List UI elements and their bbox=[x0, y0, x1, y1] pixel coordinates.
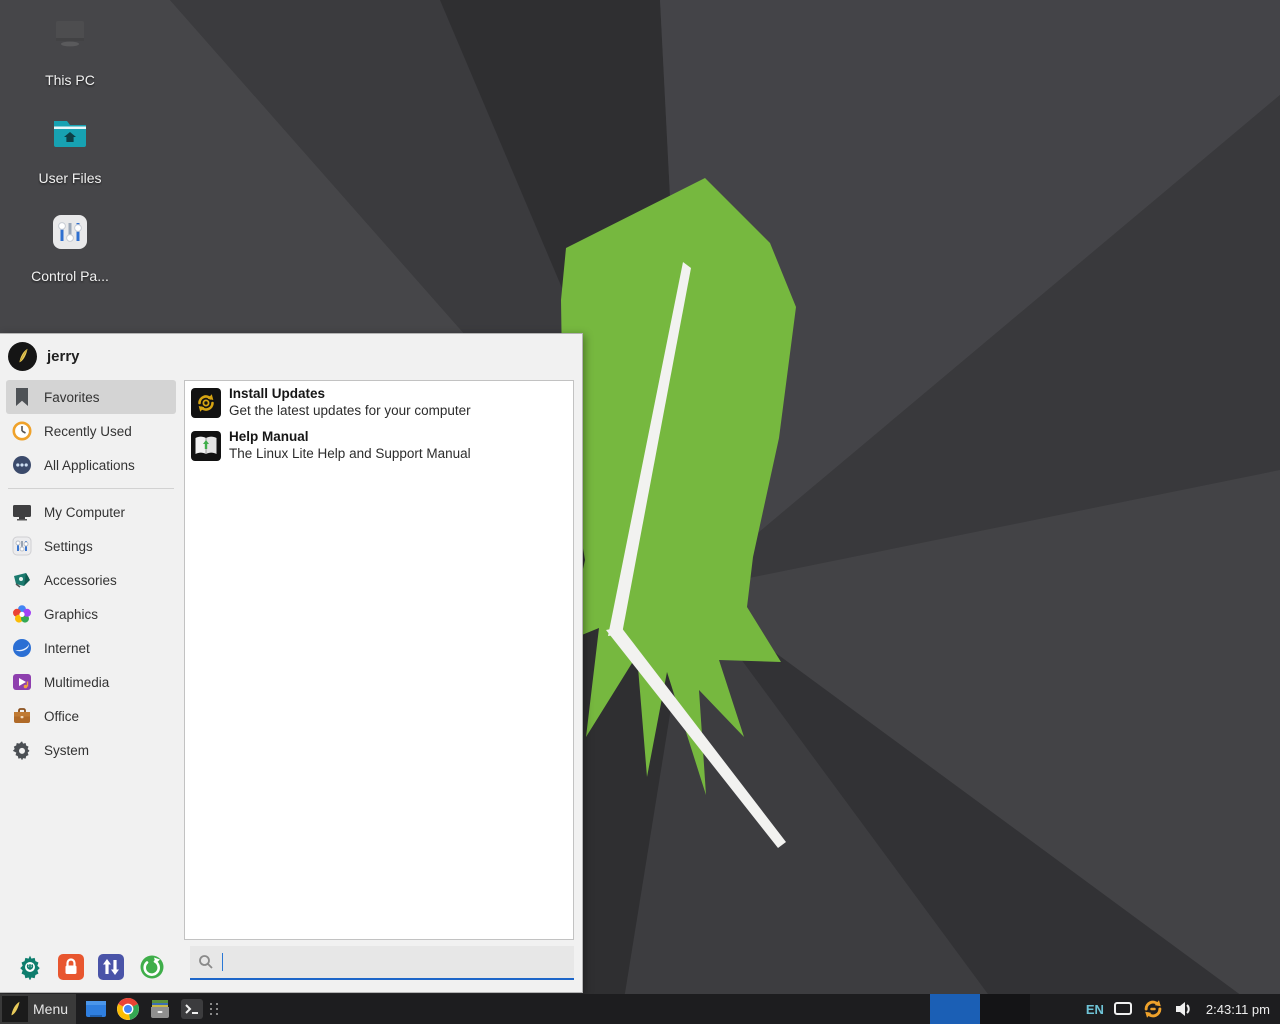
sidebar-separator bbox=[8, 488, 174, 489]
app-item-title: Install Updates bbox=[229, 386, 471, 403]
menu-action-buttons bbox=[0, 953, 182, 981]
menu-header: jerry bbox=[0, 334, 582, 378]
gear-icon bbox=[12, 740, 32, 760]
linux-lite-feather-icon bbox=[2, 996, 28, 1022]
search-input[interactable] bbox=[190, 946, 574, 980]
desktop-icon-this-pc[interactable]: This PC bbox=[18, 14, 122, 88]
username: jerry bbox=[47, 348, 80, 365]
sidebar-item-label: System bbox=[44, 743, 89, 758]
desktop-icon-label: User Files bbox=[38, 170, 101, 186]
archive-manager-launcher[interactable] bbox=[148, 997, 172, 1021]
logout-icon bbox=[139, 954, 165, 980]
sidebar-item-system[interactable]: System bbox=[6, 733, 176, 767]
sidebar-item-accessories[interactable]: Accessories bbox=[6, 563, 176, 597]
menu-button-label: Menu bbox=[33, 1001, 68, 1017]
file-manager-icon bbox=[84, 997, 108, 1021]
switch-user-button[interactable] bbox=[97, 953, 125, 981]
clock[interactable]: 2:43:11 pm bbox=[1206, 1002, 1270, 1017]
control-panel-icon bbox=[48, 210, 92, 254]
lock-icon bbox=[58, 954, 84, 980]
user-avatar[interactable] bbox=[8, 342, 37, 371]
all-apps-icon bbox=[12, 455, 32, 475]
desktop-icon-label: Control Pa... bbox=[31, 268, 109, 284]
volume-icon[interactable] bbox=[1173, 999, 1193, 1019]
sliders-icon bbox=[12, 536, 32, 556]
globe-icon bbox=[12, 638, 32, 658]
sidebar-item-label: All Applications bbox=[44, 458, 135, 473]
utility-knife-icon bbox=[12, 570, 32, 590]
desktop: This PC User Files Control Pa... jerry Fav… bbox=[0, 0, 1280, 1024]
computer-icon bbox=[48, 14, 92, 58]
desktop-icon-control-pa-[interactable]: Control Pa... bbox=[18, 210, 122, 284]
menu-sidebar: Favorites Recently Used All Applications My… bbox=[0, 378, 182, 942]
system-tray: EN 2:43:11 bbox=[1030, 998, 1280, 1020]
sidebar-item-label: Office bbox=[44, 709, 79, 724]
settings-manager-button[interactable] bbox=[16, 953, 44, 981]
clock-icon bbox=[12, 421, 32, 441]
keyboard-layout-indicator[interactable]: EN bbox=[1086, 1002, 1104, 1017]
app-item-help-manual[interactable]: Help ManualThe Linux Lite Help and Suppo… bbox=[185, 424, 573, 467]
app-item-title: Help Manual bbox=[229, 429, 471, 446]
updates-available-icon[interactable] bbox=[1142, 998, 1164, 1020]
sidebar-item-label: My Computer bbox=[44, 505, 125, 520]
workspace-switcher bbox=[930, 994, 1030, 1024]
display-icon[interactable] bbox=[1113, 1000, 1133, 1018]
panel-grip-icon bbox=[210, 1003, 219, 1015]
sidebar-item-office[interactable]: Office bbox=[6, 699, 176, 733]
chrome-icon bbox=[116, 997, 140, 1021]
search-icon bbox=[198, 954, 214, 970]
desktop-icon-user-files[interactable]: User Files bbox=[18, 112, 122, 186]
menu-footer bbox=[0, 942, 582, 992]
workspace-1[interactable] bbox=[930, 994, 980, 1024]
sidebar-item-label: Recently Used bbox=[44, 424, 132, 439]
briefcase-icon bbox=[12, 706, 32, 726]
sidebar-item-internet[interactable]: Internet bbox=[6, 631, 176, 665]
switch-user-icon bbox=[98, 954, 124, 980]
file-cabinet-icon bbox=[148, 997, 172, 1021]
log-out-button[interactable] bbox=[138, 953, 166, 981]
sidebar-item-label: Graphics bbox=[44, 607, 98, 622]
settings-manager-icon bbox=[17, 954, 43, 980]
sidebar-item-recently-used[interactable]: Recently Used bbox=[6, 414, 176, 448]
sidebar-item-label: Accessories bbox=[44, 573, 117, 588]
desktop-icon-label: This PC bbox=[45, 72, 95, 88]
bookmark-icon bbox=[12, 387, 32, 407]
sidebar-item-label: Internet bbox=[44, 641, 90, 656]
sidebar-item-label: Settings bbox=[44, 539, 93, 554]
desktop-icons: This PC User Files Control Pa... bbox=[18, 14, 128, 284]
web-browser-launcher[interactable] bbox=[116, 997, 140, 1021]
menu-app-list: Install UpdatesGet the latest updates fo… bbox=[184, 380, 574, 940]
sidebar-item-label: Favorites bbox=[44, 390, 100, 405]
lock-screen-button[interactable] bbox=[57, 953, 85, 981]
terminal-launcher[interactable] bbox=[180, 997, 204, 1021]
menu-body: Favorites Recently Used All Applications My… bbox=[0, 378, 582, 942]
home-folder-icon bbox=[48, 112, 92, 156]
sidebar-item-multimedia[interactable]: Multimedia bbox=[6, 665, 176, 699]
workspace-2[interactable] bbox=[980, 994, 1030, 1024]
text-caret bbox=[222, 953, 223, 971]
color-wheel-icon bbox=[12, 604, 32, 624]
install-updates-icon bbox=[191, 388, 221, 418]
sidebar-item-graphics[interactable]: Graphics bbox=[6, 597, 176, 631]
whisker-menu: jerry Favorites Recently Used All Applicat… bbox=[0, 333, 583, 993]
media-play-icon bbox=[12, 672, 32, 692]
sidebar-item-favorites[interactable]: Favorites bbox=[6, 380, 176, 414]
file-manager-launcher[interactable] bbox=[84, 997, 108, 1021]
taskbar: Menu EN bbox=[0, 994, 1280, 1024]
app-item-subtitle: The Linux Lite Help and Support Manual bbox=[229, 446, 471, 463]
app-item-subtitle: Get the latest updates for your computer bbox=[229, 403, 471, 420]
taskbar-launchers bbox=[84, 997, 204, 1021]
feather-avatar-icon bbox=[14, 347, 32, 365]
menu-button[interactable]: Menu bbox=[0, 994, 76, 1024]
app-item-install-updates[interactable]: Install UpdatesGet the latest updates fo… bbox=[185, 381, 573, 424]
monitor-icon bbox=[12, 502, 32, 522]
sidebar-item-my-computer[interactable]: My Computer bbox=[6, 495, 176, 529]
help-manual-icon bbox=[191, 431, 221, 461]
sidebar-item-label: Multimedia bbox=[44, 675, 109, 690]
sidebar-item-settings[interactable]: Settings bbox=[6, 529, 176, 563]
terminal-icon bbox=[180, 997, 204, 1021]
sidebar-item-all-applications[interactable]: All Applications bbox=[6, 448, 176, 482]
